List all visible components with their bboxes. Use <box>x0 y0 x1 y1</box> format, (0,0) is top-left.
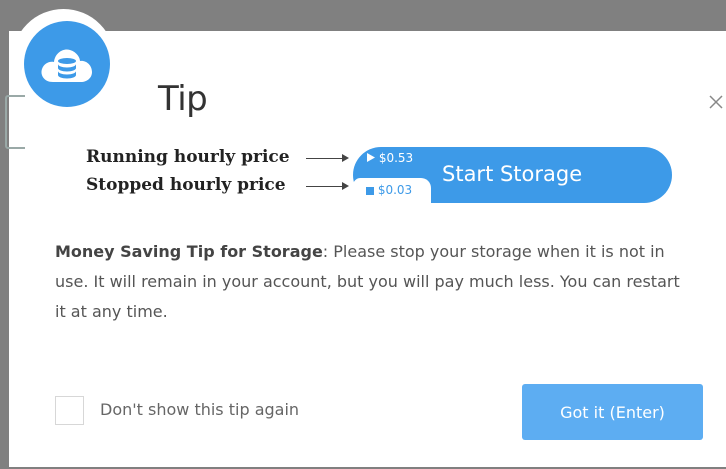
close-icon <box>709 95 723 109</box>
start-storage-label: Start Storage <box>442 162 583 186</box>
tip-dialog: Tip Running hourly price Stopped hourly … <box>25 31 726 467</box>
cloud-storage-icon <box>41 49 92 82</box>
dont-show-checkbox[interactable] <box>55 396 84 425</box>
tip-message: Money Saving Tip for Storage: Please sto… <box>55 237 695 327</box>
start-storage-button[interactable]: $0.53 $0.03 Start Storage <box>353 147 672 203</box>
play-icon <box>367 153 375 162</box>
running-legend-arrowhead <box>342 154 349 162</box>
backdrop-overlay <box>0 0 726 31</box>
dont-show-label[interactable]: Don't show this tip again <box>100 400 299 419</box>
stopped-price: $0.03 <box>377 183 413 197</box>
stopped-legend-arrowhead <box>342 182 349 190</box>
tip-heading: Money Saving Tip for Storage <box>55 242 323 261</box>
running-price-legend: Running hourly price <box>86 147 290 167</box>
stopped-price-wrap: $0.03 <box>366 183 412 197</box>
close-button[interactable] <box>705 91 726 113</box>
running-price-badge: $0.53 <box>367 151 413 165</box>
stop-icon <box>366 187 374 195</box>
stopped-price-badge: $0.03 <box>353 178 431 203</box>
backdrop-overlay-left <box>0 0 9 469</box>
logo-circle <box>24 21 110 107</box>
running-price: $0.53 <box>378 151 414 165</box>
stopped-price-legend: Stopped hourly price <box>86 175 286 195</box>
running-legend-arrow <box>306 158 342 159</box>
got-it-button[interactable]: Got it (Enter) <box>522 384 703 440</box>
dialog-title: Tip <box>158 79 208 119</box>
stopped-legend-arrow <box>306 186 342 187</box>
